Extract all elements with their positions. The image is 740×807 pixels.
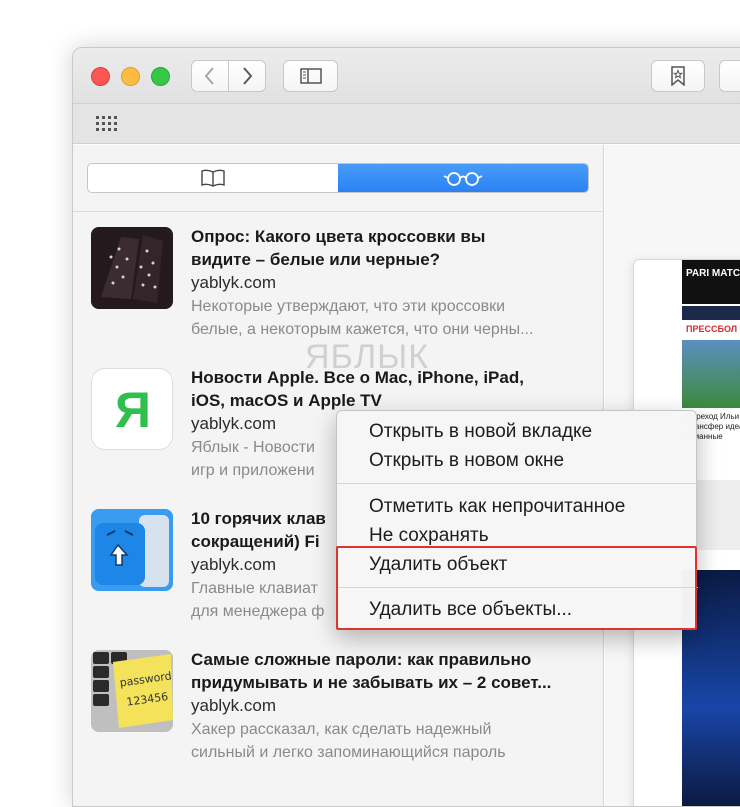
preview-brand-banner: PARI MATCH xyxy=(682,260,740,304)
item-text: Опрос: Какого цвета кроссовки вы видите … xyxy=(191,225,591,341)
menu-item-open-new-tab[interactable]: Открыть в новой вкладке xyxy=(369,419,592,445)
back-button[interactable] xyxy=(191,60,229,92)
reading-list-item[interactable]: password 123456 Самые сложные пароли: ка… xyxy=(91,650,591,780)
password-note-text: password 123456 xyxy=(118,669,173,709)
app-icon-letter: Я xyxy=(115,382,151,438)
close-window-button[interactable] xyxy=(91,67,110,86)
book-icon xyxy=(201,169,225,187)
preview-heading: ПРЕССБОЛ xyxy=(686,324,738,334)
glasses-icon xyxy=(443,172,483,186)
password-note-thumbnail: password 123456 xyxy=(91,650,173,732)
annotation-highlight xyxy=(336,546,697,630)
forward-button[interactable] xyxy=(228,60,266,92)
minimize-window-button[interactable] xyxy=(121,67,140,86)
tab-bookmarks[interactable] xyxy=(88,164,338,192)
preview-photo xyxy=(682,340,740,408)
item-title: Опрос: Какого цвета кроссовки вы видите … xyxy=(191,227,486,269)
star-bookmark-icon xyxy=(671,66,685,86)
sidebar-divider xyxy=(73,211,604,212)
title-bar xyxy=(73,48,740,104)
menu-item-open-new-window[interactable]: Открыть в новом окне xyxy=(369,448,564,474)
preview-nav xyxy=(682,306,740,320)
sidebar-icon xyxy=(299,68,322,84)
sneakers-thumbnail xyxy=(91,227,173,309)
item-domain: yablyk.com xyxy=(191,696,277,715)
chevron-right-icon xyxy=(243,67,253,85)
item-title: Самые сложные пароли: как правильно прид… xyxy=(191,650,552,692)
finder-thumbnail xyxy=(91,509,173,591)
bookmarks-button[interactable] xyxy=(651,60,705,92)
item-domain: yablyk.com xyxy=(191,273,277,292)
toolbar-button[interactable] xyxy=(719,60,740,92)
menu-item-mark-unread[interactable]: Отметить как непрочитанное xyxy=(369,494,625,520)
tab-reading-list[interactable] xyxy=(338,164,588,192)
grid-icon[interactable] xyxy=(95,115,119,133)
sidebar-tabs xyxy=(87,163,589,193)
item-text: Самые сложные пароли: как правильно прид… xyxy=(191,648,591,764)
item-description: Некоторые утверждают, что эти кроссовки … xyxy=(191,298,534,338)
yablyk-app-icon: Я xyxy=(91,368,173,450)
chevron-left-icon xyxy=(204,67,214,85)
preview-brand: PARI MATCH xyxy=(686,268,740,279)
favorites-bar xyxy=(73,104,740,144)
sidebar-toggle-button[interactable] xyxy=(283,60,338,92)
watermark: ЯБЛЫК xyxy=(305,338,430,376)
item-description: Хакер рассказал, как сделать надежный си… xyxy=(191,721,506,761)
zoom-window-button[interactable] xyxy=(151,67,170,86)
menu-separator xyxy=(337,483,698,484)
